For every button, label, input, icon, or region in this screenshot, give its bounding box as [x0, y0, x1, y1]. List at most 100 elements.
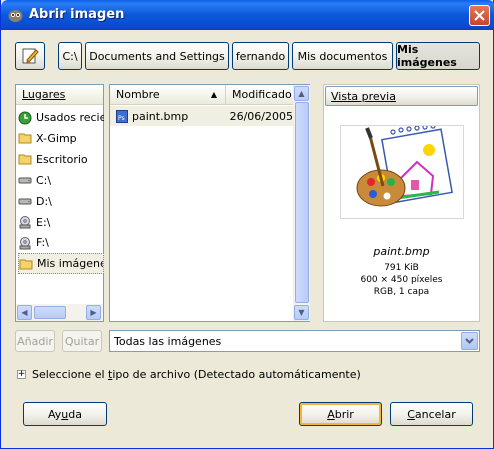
places-hscrollbar[interactable]: ◀ ▶ — [16, 304, 103, 321]
remove-bookmark-button[interactable]: Quitar — [62, 330, 102, 352]
edit-location-button[interactable] — [15, 42, 45, 70]
column-name-label: Nombre — [116, 88, 160, 101]
cdrom-icon — [19, 236, 31, 250]
file-name: paint.bmp — [132, 109, 189, 123]
cdrom-icon — [18, 215, 36, 229]
path-segment-fernando[interactable]: fernando — [232, 42, 289, 70]
help-label-key: u — [61, 407, 69, 421]
preview-header[interactable]: Vista previa — [325, 86, 478, 106]
sidebar-item[interactable]: X-Gimp — [18, 128, 104, 149]
sidebar-item[interactable]: Usados recientemente — [18, 107, 104, 128]
filter-select[interactable]: Todas las imágenes — [109, 330, 480, 352]
recent-icon — [18, 111, 32, 124]
open-image-dialog: Abrir imagen C:\ Documents and Settings … — [0, 0, 494, 449]
folder-icon — [18, 131, 36, 145]
preview-filename: paint.bmp — [373, 245, 430, 258]
sidebar-item-label: F:\ — [36, 236, 49, 250]
preview-thumbnail — [340, 123, 464, 219]
sidebar-item[interactable]: F:\ — [18, 232, 104, 253]
sidebar-item[interactable]: E:\ — [18, 212, 104, 233]
places-header-label: Lugares — [22, 88, 66, 101]
open-label-key: A — [327, 407, 335, 421]
path-segment-c-drive[interactable]: C:\ — [58, 42, 82, 70]
cancel-label-post: ancelar — [414, 407, 456, 421]
sidebar-item-label: E:\ — [36, 215, 51, 229]
sidebar-item-label: Mis imágenes — [37, 257, 103, 271]
file-modified: 26/06/2005 — [229, 109, 293, 123]
help-label-post: da — [68, 407, 82, 421]
path-segment-mis-documentos[interactable]: Mis documentos — [292, 42, 393, 70]
file-type-label: Seleccione el tipo de archivo (Detectado… — [32, 368, 361, 381]
file-type-expander[interactable]: + Seleccione el tipo de archivo (Detecta… — [17, 368, 361, 381]
column-modified-label: Modificado — [232, 88, 292, 101]
table-row[interactable]: Ps paint.bmp 26/06/2005 — [110, 106, 293, 126]
drive-icon — [18, 173, 36, 187]
filter-dropdown-button[interactable] — [461, 332, 478, 350]
svg-text:Ps: Ps — [118, 115, 125, 122]
places-header[interactable]: Lugares — [16, 85, 103, 105]
add-bookmark-button[interactable]: Añadir — [15, 330, 55, 352]
filter-value: Todas las imágenes — [114, 334, 222, 348]
file-list-panel: Nombre ▲ Modificado Ps paint.bmp 26/06/2… — [109, 84, 310, 322]
recent-icon — [18, 111, 36, 125]
chevron-down-icon — [465, 338, 474, 344]
sidebar-item[interactable]: Escritorio — [18, 149, 104, 170]
scroll-up-button[interactable]: ▲ — [294, 86, 309, 101]
file-type-label-pre: Seleccione el — [32, 368, 109, 381]
help-button[interactable]: Ay u da — [23, 402, 107, 426]
sidebar-item-label: Escritorio — [36, 152, 88, 166]
file-type-label-post: ipo de archivo (Detectado automáticament… — [112, 368, 361, 381]
bmp-file-icon: Ps — [116, 109, 128, 123]
sidebar-item[interactable]: Mis imágenes — [18, 253, 104, 275]
close-button[interactable] — [469, 5, 490, 26]
cdrom-icon — [18, 236, 36, 250]
open-label-post: brir — [334, 407, 354, 421]
arrow-up-icon: ▲ — [298, 89, 305, 98]
column-header-name[interactable]: Nombre ▲ — [110, 85, 226, 105]
preview-dimensions: 600 × 450 píxeles — [360, 275, 443, 285]
hscroll-thumb[interactable] — [34, 306, 66, 319]
title-bar[interactable]: Abrir imagen — [1, 0, 494, 30]
folder-icon — [18, 152, 36, 166]
path-segment-documents-and-settings[interactable]: Documents and Settings — [85, 42, 229, 70]
drive-icon — [18, 177, 32, 184]
paint-image-thumbnail — [356, 123, 453, 207]
preview-mode: RGB, 1 capa — [373, 287, 430, 297]
gimp-icon — [8, 10, 23, 22]
vscroll-thumb[interactable] — [295, 102, 309, 303]
sidebar-item-label: C:\ — [36, 173, 52, 187]
cancel-label-key: C — [407, 407, 415, 421]
scroll-right-button[interactable]: ▶ — [86, 305, 101, 320]
arrow-left-icon: ◀ — [21, 308, 28, 317]
open-button[interactable]: Abrir — [299, 402, 382, 426]
scroll-left-button[interactable]: ◀ — [17, 305, 32, 320]
preview-header-label: Vista previa — [331, 89, 396, 103]
places-panel: Lugares Usados recientemente X-Gimp Escrit… — [15, 84, 104, 322]
file-list-vscrollbar[interactable]: ▲ ▼ — [293, 85, 310, 321]
cdrom-icon — [19, 216, 31, 229]
sidebar-item-label: D:\ — [36, 194, 52, 208]
path-segment-mis-imagenes[interactable]: Mis imágenes — [396, 42, 480, 70]
sidebar-item[interactable]: D:\ — [18, 191, 104, 212]
preview-size: 791 KiB — [384, 263, 419, 273]
column-header-modified[interactable]: Modificado — [226, 85, 293, 105]
cancel-button[interactable]: Cancelar — [390, 402, 473, 426]
help-label-pre: Ay — [47, 407, 62, 421]
sidebar-item-label: X-Gimp — [36, 131, 77, 145]
folder-icon — [18, 154, 32, 165]
sort-ascending-icon: ▲ — [210, 90, 217, 99]
arrow-down-icon: ▼ — [298, 308, 305, 317]
preview-panel: Vista previa paint.bmp 791 KiB 600 × 450… — [323, 84, 480, 322]
arrow-right-icon: ▶ — [90, 308, 97, 317]
scroll-down-button[interactable]: ▼ — [294, 305, 309, 320]
folder-icon — [19, 257, 37, 271]
drive-icon — [18, 198, 32, 205]
folder-icon — [18, 133, 32, 144]
window-title: Abrir imagen — [29, 7, 125, 22]
expand-plus-icon: + — [17, 369, 26, 379]
sidebar-item-label: Usados recientemente — [36, 111, 104, 124]
pencil-note-icon — [22, 48, 39, 64]
close-icon — [474, 10, 485, 21]
sidebar-item[interactable]: C:\ — [18, 170, 104, 191]
drive-icon — [18, 194, 36, 208]
